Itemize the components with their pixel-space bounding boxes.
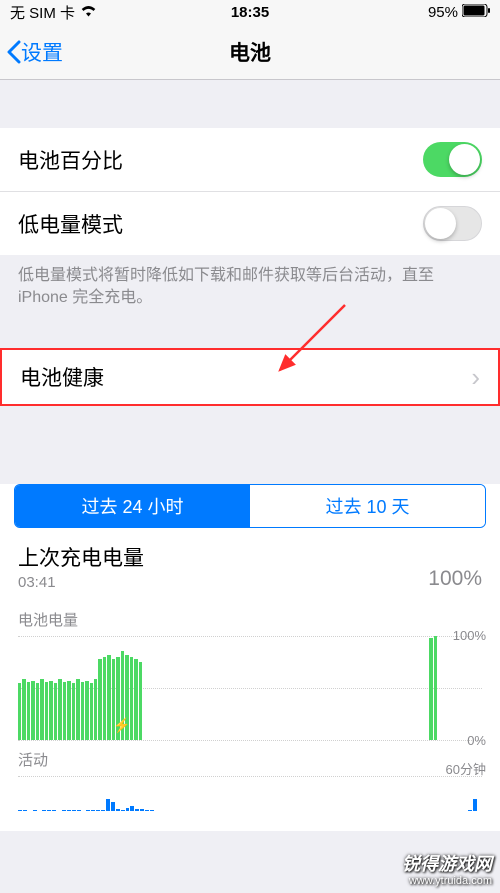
battery-level-label: 电池电量 xyxy=(18,609,482,630)
activity-label: 活动 xyxy=(18,749,482,770)
battery-health-label: 电池健康 xyxy=(20,362,104,392)
back-label: 设置 xyxy=(21,37,63,67)
wifi-icon xyxy=(80,4,97,21)
battery-level-chart-section: 电池电量 100% 0% ⚡ xyxy=(0,597,500,741)
page-title: 电池 xyxy=(229,37,271,67)
nav-bar: 设置 电池 xyxy=(0,24,500,80)
low-power-mode-label: 低电量模式 xyxy=(18,209,123,239)
settings-group: 电池百分比 低电量模式 xyxy=(0,128,500,255)
battery-health-cell[interactable]: 电池健康 › xyxy=(2,350,498,404)
y-axis-100: 100% xyxy=(453,628,486,643)
activity-y-label: 60分钟 xyxy=(446,759,486,778)
usage-section: 过去 24 小时 过去 10 天 上次充电电量 03:41 100% 电池电量 … xyxy=(0,484,500,831)
back-button[interactable]: 设置 xyxy=(0,37,63,67)
y-axis-0: 0% xyxy=(467,733,486,748)
battery-icon xyxy=(462,4,490,21)
status-bar: 无 SIM 卡 18:35 95% xyxy=(0,0,500,24)
time-range-segmented-control[interactable]: 过去 24 小时 过去 10 天 xyxy=(14,484,486,528)
last-charge-time: 03:41 xyxy=(18,574,144,591)
status-time: 18:35 xyxy=(231,4,269,21)
last-charge-pct: 100% xyxy=(428,567,482,591)
watermark-url: www.ytruida.com xyxy=(402,875,492,887)
activity-chart: 60分钟 xyxy=(18,776,482,811)
seg-10d[interactable]: 过去 10 天 xyxy=(250,485,485,527)
battery-percentage-label: 电池百分比 xyxy=(18,145,123,175)
low-power-mode-cell[interactable]: 低电量模式 xyxy=(0,192,500,255)
battery-pct: 95% xyxy=(428,4,458,21)
charging-icon: ⚡ xyxy=(113,717,130,734)
seg-24h[interactable]: 过去 24 小时 xyxy=(15,485,250,527)
activity-chart-section: 活动 60分钟 xyxy=(0,749,500,811)
watermark: 锐得游戏网 www.ytruida.com xyxy=(402,855,492,887)
battery-percentage-switch[interactable] xyxy=(423,142,482,177)
carrier-text: 无 SIM 卡 xyxy=(10,2,75,23)
battery-percentage-cell[interactable]: 电池百分比 xyxy=(0,128,500,192)
battery-level-chart: 100% 0% ⚡ xyxy=(18,636,482,741)
last-charge-row: 上次充电电量 03:41 100% xyxy=(0,528,500,597)
low-power-description: 低电量模式将暂时降低如下载和邮件获取等后台活动，直至 iPhone 完全充电。 xyxy=(0,255,500,320)
last-charge-title: 上次充电电量 xyxy=(18,542,144,572)
battery-health-group: 电池健康 › xyxy=(0,348,500,406)
low-power-mode-switch[interactable] xyxy=(423,206,482,241)
chevron-right-icon: › xyxy=(471,364,480,390)
watermark-brand: 锐得游戏网 xyxy=(402,855,492,875)
